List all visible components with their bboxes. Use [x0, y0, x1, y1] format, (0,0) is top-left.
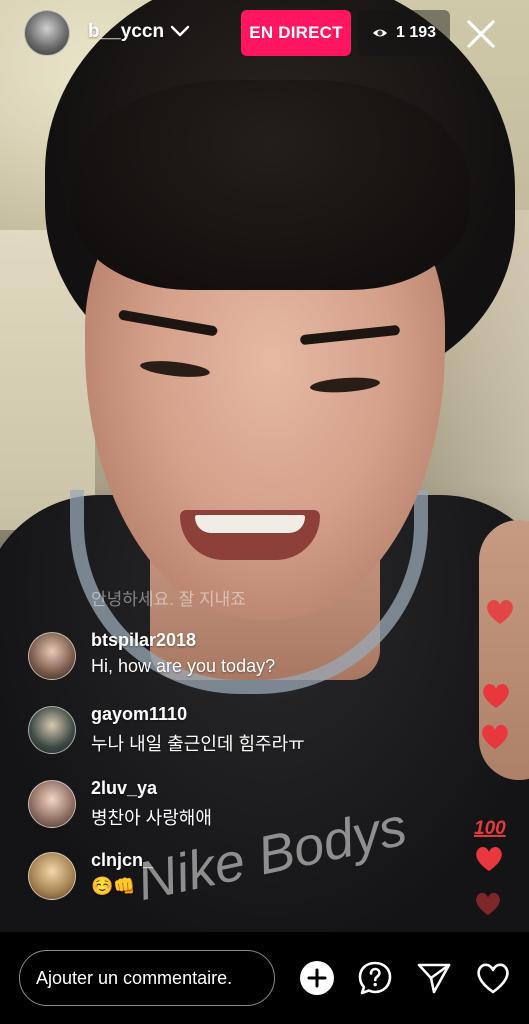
comment-text: Hi, how are you today? — [91, 656, 276, 676]
comment-item[interactable]: gayom1110 누나 내일 출근인데 힘주라ㅠ — [28, 702, 408, 762]
add-icon[interactable] — [299, 960, 335, 996]
viewer-count-badge[interactable]: 1 193 — [358, 10, 450, 56]
host-avatar[interactable] — [24, 10, 70, 56]
chevron-down-icon[interactable] — [170, 24, 190, 38]
commenter-username[interactable]: btspilar2018 — [91, 630, 196, 651]
hundred-reaction-icon: 100 — [474, 818, 506, 839]
top-bar: b__yccn EN DIRECT 1 193 — [0, 0, 529, 70]
commenter-username[interactable]: gayom1110 — [91, 704, 187, 725]
comment-item[interactable]: 2luv_ya 병찬아 사랑해애 — [28, 776, 408, 836]
comment-text: 누나 내일 출근인데 힘주라ㅠ — [91, 734, 305, 754]
close-icon[interactable] — [464, 17, 498, 51]
commenter-avatar[interactable] — [28, 632, 76, 680]
eye-icon — [372, 29, 387, 37]
comment-text: ☺️👊 — [91, 876, 136, 896]
heart-reaction-icon — [476, 892, 500, 916]
send-icon[interactable] — [416, 960, 452, 996]
commenter-username[interactable]: clnjcn_ — [91, 850, 153, 871]
faded-comment: 안녕하세요. 잘 지내죠 — [91, 590, 246, 609]
heart-reaction-icon — [476, 846, 502, 871]
host-username[interactable]: b__yccn — [88, 21, 164, 43]
hair-fringe — [70, 80, 470, 290]
commenter-username[interactable]: 2luv_ya — [91, 778, 157, 799]
bottom-bar — [0, 932, 529, 1024]
commenter-avatar[interactable] — [28, 706, 76, 754]
heart-icon[interactable] — [475, 960, 511, 996]
comment-item[interactable]: btspilar2018 Hi, how are you today? — [28, 628, 408, 688]
heart-reaction-icon — [487, 599, 513, 624]
commenter-avatar[interactable] — [28, 780, 76, 828]
question-icon[interactable] — [357, 960, 393, 996]
commenter-avatar[interactable] — [28, 852, 76, 900]
comment-text: 병찬아 사랑해애 — [91, 808, 212, 828]
comment-item[interactable]: clnjcn_ ☺️👊 — [28, 848, 408, 908]
comment-input[interactable] — [19, 950, 275, 1006]
teeth — [195, 515, 305, 533]
viewer-count: 1 193 — [395, 24, 437, 41]
live-badge: EN DIRECT — [241, 10, 351, 56]
heart-reaction-icon — [483, 683, 509, 708]
heart-reaction-icon — [482, 724, 508, 749]
